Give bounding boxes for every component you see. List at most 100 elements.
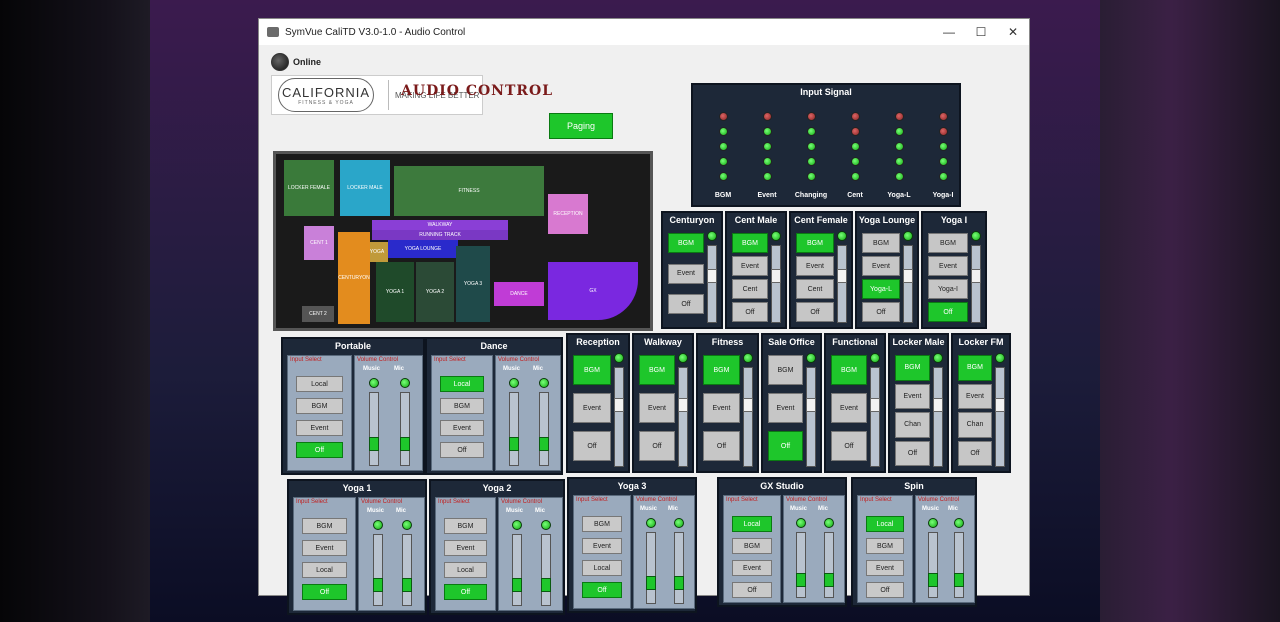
map-zone-cent-2[interactable]: CENT 2 <box>302 306 334 322</box>
fader-knob[interactable] <box>903 269 913 284</box>
map-zone-yoga-1[interactable]: YOGA 1 <box>376 262 414 322</box>
zone-button-event[interactable]: Event <box>639 393 675 423</box>
mixer-button-local[interactable]: Local <box>302 562 347 578</box>
fader-knob[interactable] <box>539 437 549 452</box>
zone-volume-fader[interactable] <box>933 367 943 467</box>
map-zone-fitness[interactable]: FITNESS <box>394 166 544 216</box>
fader-knob[interactable] <box>837 269 847 284</box>
fader-knob[interactable] <box>870 398 880 412</box>
mixer-button-local[interactable]: Local <box>582 560 622 576</box>
mixer-button-local[interactable]: Local <box>444 562 487 578</box>
zone-button-off[interactable]: Off <box>928 302 968 322</box>
zone-button-event[interactable]: Event <box>862 256 900 276</box>
fader-knob[interactable] <box>402 578 412 593</box>
zone-volume-fader[interactable] <box>971 245 981 323</box>
mixer-button-event[interactable]: Event <box>440 420 484 436</box>
mixer-button-bgm[interactable]: BGM <box>302 518 347 534</box>
zone-button-event[interactable]: Event <box>573 393 611 423</box>
zone-volume-fader[interactable] <box>837 245 847 323</box>
fader-knob[interactable] <box>743 398 753 412</box>
maximize-button[interactable]: ☐ <box>965 25 997 39</box>
zone-button-yoga-l[interactable]: Yoga-L <box>862 279 900 299</box>
music-volume-fader[interactable] <box>512 534 522 606</box>
mixer-button-event[interactable]: Event <box>732 560 772 576</box>
music-volume-fader[interactable] <box>646 532 656 604</box>
zone-button-bgm[interactable]: BGM <box>573 355 611 385</box>
zone-button-off[interactable]: Off <box>768 431 803 461</box>
zone-button-bgm[interactable]: BGM <box>895 355 930 381</box>
zone-button-off[interactable]: Off <box>862 302 900 322</box>
fader-knob[interactable] <box>512 578 522 593</box>
zone-volume-fader[interactable] <box>743 367 753 467</box>
map-zone-cent-1[interactable]: CENT 1 <box>304 226 334 260</box>
mixer-button-off[interactable]: Off <box>302 584 347 600</box>
music-volume-fader[interactable] <box>796 532 806 598</box>
mixer-button-bgm[interactable]: BGM <box>440 398 484 414</box>
music-volume-fader[interactable] <box>509 392 519 466</box>
zone-volume-fader[interactable] <box>614 367 624 467</box>
fader-knob[interactable] <box>707 269 717 284</box>
zone-button-event[interactable]: Event <box>895 383 930 409</box>
zone-button-bgm[interactable]: BGM <box>639 355 675 385</box>
fader-knob[interactable] <box>928 572 938 587</box>
mic-volume-fader[interactable] <box>541 534 551 606</box>
zone-volume-fader[interactable] <box>806 367 816 467</box>
zone-button-event[interactable]: Event <box>796 256 834 276</box>
paging-button[interactable]: Paging <box>549 113 613 139</box>
mixer-button-bgm[interactable]: BGM <box>444 518 487 534</box>
zone-button-yoga-i[interactable]: Yoga-I <box>928 279 968 299</box>
close-button[interactable]: ✕ <box>997 25 1029 39</box>
fader-knob[interactable] <box>771 269 781 284</box>
mixer-button-bgm[interactable]: BGM <box>582 516 622 532</box>
zone-button-bgm[interactable]: BGM <box>862 233 900 253</box>
fader-knob[interactable] <box>614 398 624 412</box>
music-volume-fader[interactable] <box>369 392 379 466</box>
zone-button-off[interactable]: Off <box>796 302 834 322</box>
mic-volume-fader[interactable] <box>402 534 412 606</box>
zone-button-event[interactable]: Event <box>928 256 968 276</box>
zone-button-bgm[interactable]: BGM <box>703 355 740 385</box>
fader-knob[interactable] <box>995 398 1005 412</box>
fader-knob[interactable] <box>954 572 964 587</box>
zone-volume-fader[interactable] <box>707 245 717 323</box>
zone-button-off[interactable]: Off <box>668 294 704 315</box>
zone-volume-fader[interactable] <box>771 245 781 323</box>
zone-button-bgm[interactable]: BGM <box>768 355 803 385</box>
mic-volume-fader[interactable] <box>539 392 549 466</box>
mixer-button-event[interactable]: Event <box>866 560 904 576</box>
zone-button-bgm[interactable]: BGM <box>958 355 992 381</box>
mixer-button-off[interactable]: Off <box>732 582 772 598</box>
zone-button-bgm[interactable]: BGM <box>668 233 704 253</box>
map-zone-yoga-2[interactable]: YOGA 2 <box>416 262 454 322</box>
mixer-button-off[interactable]: Off <box>296 442 343 458</box>
map-zone-centuryon[interactable]: CENTURYON <box>338 232 370 324</box>
fader-knob[interactable] <box>933 398 943 412</box>
zone-button-chan[interactable]: Chan <box>895 412 930 438</box>
map-zone-reception[interactable]: RECEPTION <box>548 194 588 234</box>
zone-button-bgm[interactable]: BGM <box>928 233 968 253</box>
music-volume-fader[interactable] <box>928 532 938 598</box>
floor-plan-map[interactable]: LOCKER FEMALE LOCKER MALE FITNESS RECEPT… <box>273 151 653 331</box>
fader-knob[interactable] <box>674 576 684 591</box>
zone-button-event[interactable]: Event <box>732 256 768 276</box>
mixer-button-off[interactable]: Off <box>440 442 484 458</box>
zone-button-off[interactable]: Off <box>573 431 611 461</box>
zone-button-off[interactable]: Off <box>703 431 740 461</box>
zone-button-off[interactable]: Off <box>895 440 930 466</box>
zone-button-off[interactable]: Off <box>958 440 992 466</box>
zone-volume-fader[interactable] <box>870 367 880 467</box>
fader-knob[interactable] <box>806 398 816 412</box>
mixer-button-bgm[interactable]: BGM <box>296 398 343 414</box>
zone-volume-fader[interactable] <box>678 367 688 467</box>
mixer-button-local[interactable]: Local <box>732 516 772 532</box>
zone-button-bgm[interactable]: BGM <box>796 233 834 253</box>
fader-knob[interactable] <box>646 576 656 591</box>
minimize-button[interactable]: — <box>933 25 965 39</box>
fader-knob[interactable] <box>796 572 806 587</box>
zone-button-off[interactable]: Off <box>831 431 867 461</box>
mixer-button-off[interactable]: Off <box>582 582 622 598</box>
map-zone-locker-female[interactable]: LOCKER FEMALE <box>284 160 334 216</box>
zone-button-event[interactable]: Event <box>768 393 803 423</box>
fader-knob[interactable] <box>971 269 981 284</box>
mixer-button-event[interactable]: Event <box>582 538 622 554</box>
